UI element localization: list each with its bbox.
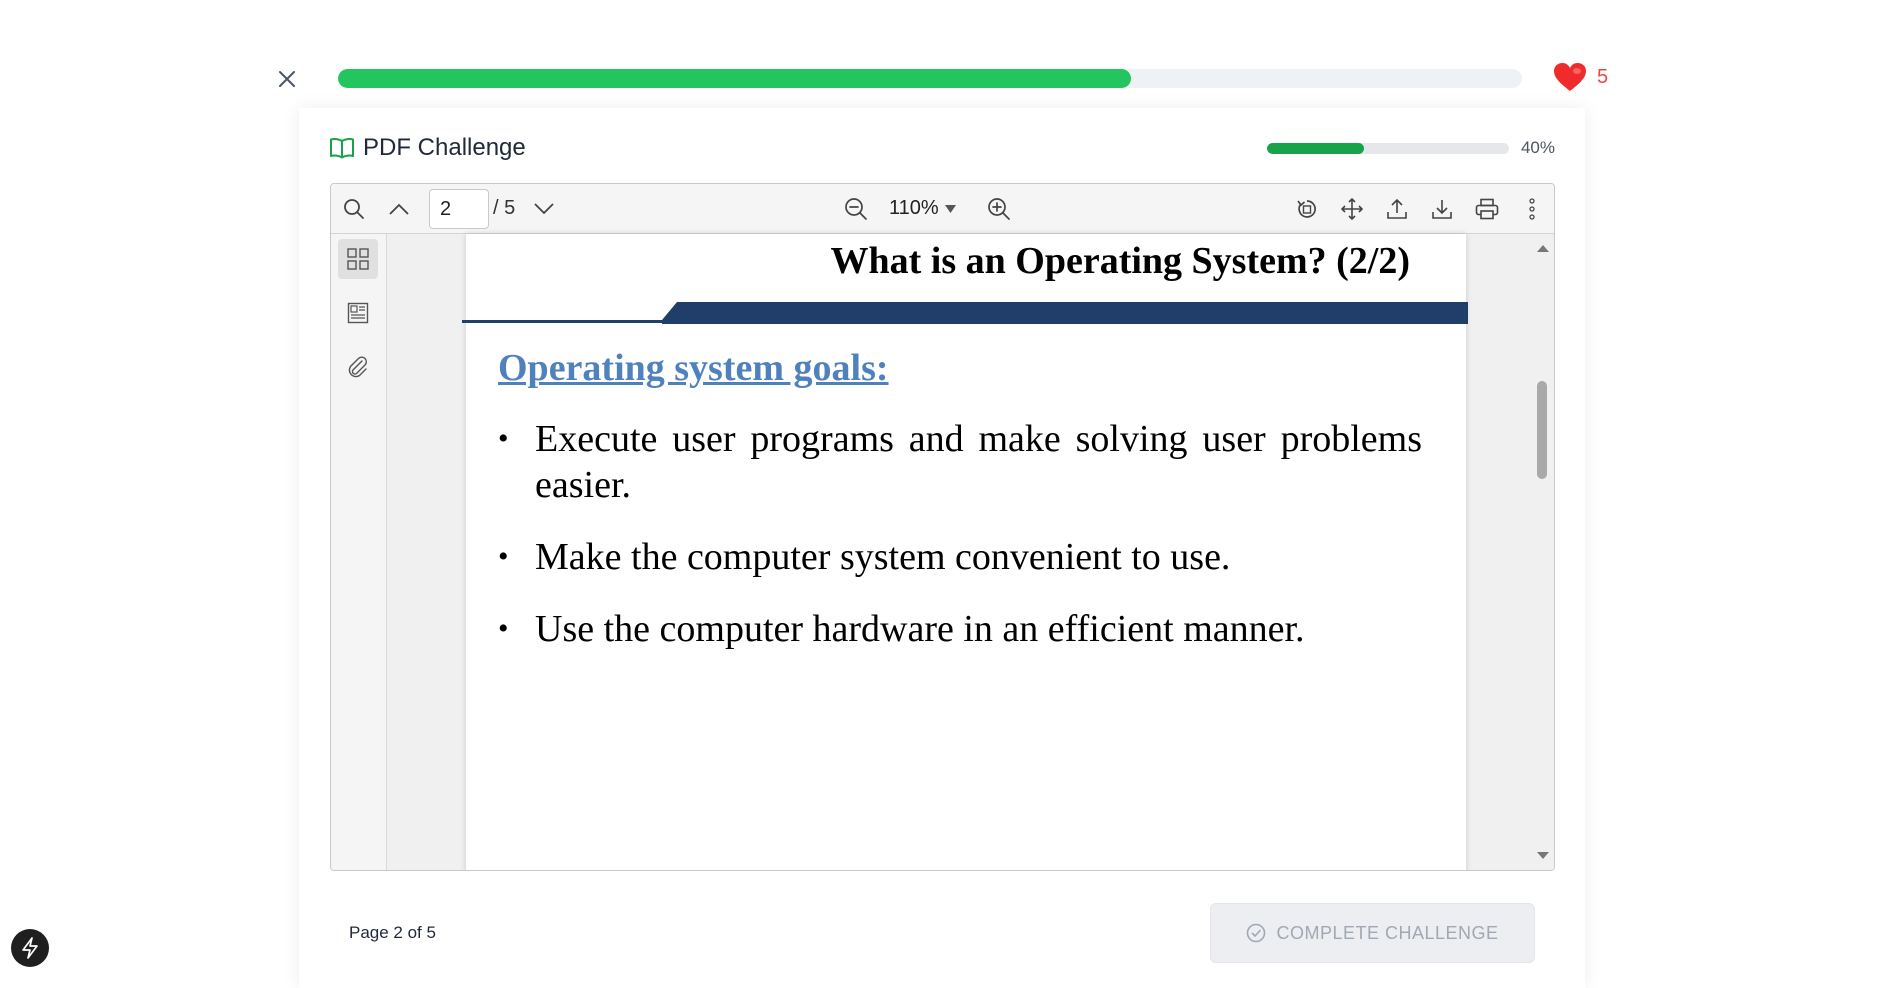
complete-challenge-button[interactable]: COMPLETE CHALLENGE <box>1210 903 1535 963</box>
reading-progress-bar <box>1266 142 1509 154</box>
zoom-select[interactable]: 110% <box>889 197 956 220</box>
slide-title-band <box>462 302 1468 324</box>
document-outline-icon <box>347 302 369 324</box>
move-icon <box>1341 198 1363 220</box>
zoom-out-icon <box>845 198 867 220</box>
pdf-document-area: What is an Operating System? (2/2) Opera… <box>388 234 1554 870</box>
pan-button[interactable] <box>1339 196 1365 222</box>
previous-page-button[interactable] <box>386 196 412 222</box>
bullet-list: Execute user programs and make solving u… <box>498 416 1422 678</box>
scroll-up-arrow-icon[interactable] <box>1536 242 1550 256</box>
card-title: PDF Challenge <box>363 134 526 161</box>
zoom-in-button[interactable] <box>986 196 1012 222</box>
search-icon <box>344 199 364 219</box>
outline-button[interactable] <box>338 293 378 333</box>
hearts-counter: 5 <box>1553 62 1608 92</box>
lesson-progress-bar <box>338 69 1522 88</box>
rotate-button[interactable] <box>1294 196 1320 222</box>
page-number-input[interactable] <box>429 189 489 229</box>
close-icon <box>279 71 295 87</box>
rotate-icon <box>1297 200 1316 218</box>
vertical-scrollbar[interactable] <box>1532 234 1554 870</box>
thumbnails-button[interactable] <box>338 239 378 279</box>
quick-action-button[interactable] <box>11 929 49 967</box>
slide-title: What is an Operating System? (2/2) <box>830 240 1411 282</box>
zoom-out-button[interactable] <box>843 196 869 222</box>
pdf-sidebar <box>331 234 387 870</box>
pdf-viewer: / 5 110% <box>330 183 1555 871</box>
slide-subtitle: Operating system goals: <box>498 347 889 389</box>
bullet-item: Use the computer hardware in an efficien… <box>498 606 1422 652</box>
more-options-button[interactable] <box>1519 196 1545 222</box>
bullet-item: Make the computer system convenient to u… <box>498 534 1422 580</box>
zoom-level: 110% <box>889 197 939 219</box>
hearts-count: 5 <box>1597 65 1609 88</box>
pdf-toolbar: / 5 110% <box>331 184 1554 234</box>
close-button[interactable] <box>270 62 304 96</box>
check-circle-icon <box>1247 923 1266 943</box>
chevron-down-icon <box>534 203 554 215</box>
scrollbar-thumb[interactable] <box>1537 381 1547 479</box>
caret-down-icon <box>944 204 956 213</box>
lesson-progress-fill <box>338 69 1132 88</box>
zoom-in-icon <box>988 198 1010 220</box>
next-page-button[interactable] <box>531 196 557 222</box>
attachments-button[interactable] <box>338 347 378 387</box>
print-button[interactable] <box>1474 196 1500 222</box>
download-icon <box>1432 200 1452 219</box>
printer-icon <box>1475 198 1499 220</box>
bullet-item: Execute user programs and make solving u… <box>498 416 1422 508</box>
challenge-card: PDF Challenge 40% / 5 <box>299 108 1585 988</box>
reading-progress-fill <box>1266 142 1364 154</box>
upload-button[interactable] <box>1384 196 1410 222</box>
more-vertical-icon <box>1529 198 1535 220</box>
lightning-bolt-icon <box>22 937 38 959</box>
reading-progress-label: 40% <box>1520 138 1555 157</box>
upload-icon <box>1387 198 1407 219</box>
complete-challenge-label: COMPLETE CHALLENGE <box>1276 922 1499 943</box>
book-icon <box>330 138 354 159</box>
page-total: / 5 <box>493 197 516 219</box>
scroll-down-arrow-icon[interactable] <box>1536 848 1550 862</box>
card-header: PDF Challenge 40% <box>329 128 1555 168</box>
page-status: Page 2 of 5 <box>349 923 436 942</box>
chevron-up-icon <box>389 203 409 215</box>
heart-icon <box>1554 63 1586 91</box>
pdf-page: What is an Operating System? (2/2) Opera… <box>462 234 1468 870</box>
paperclip-icon <box>348 356 368 378</box>
search-button[interactable] <box>341 196 367 222</box>
download-button[interactable] <box>1429 196 1455 222</box>
thumbnails-icon <box>347 248 369 270</box>
